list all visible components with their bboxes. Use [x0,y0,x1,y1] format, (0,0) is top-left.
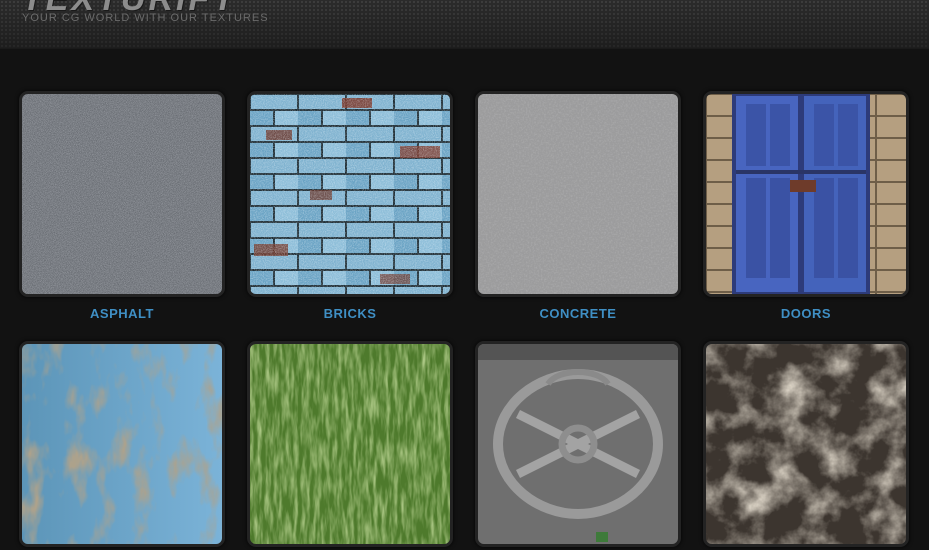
category-link-concrete[interactable]: CONCRETE [475,306,681,321]
category-tile-plants[interactable] [247,341,453,550]
category-tile-concrete[interactable]: CONCRETE [475,91,681,321]
category-tile-doors[interactable]: DOORS [703,91,909,321]
rusted-metal-texture-image [22,344,222,544]
texture-category-grid: ASPHALT BRICKS CONCRETE DOORS [0,0,929,550]
plants-thumbnail[interactable] [247,341,453,547]
rusted-metal-thumbnail[interactable] [19,341,225,547]
ornament-texture-image [478,344,678,544]
page: TEXTURIFY YOUR CG WORLD WITH OUR TEXTURE… [0,0,929,550]
category-tile-bricks[interactable]: BRICKS [247,91,453,321]
category-tile-ornament[interactable] [475,341,681,550]
doors-texture-image [706,94,906,294]
category-tile-asphalt[interactable]: ASPHALT [19,91,225,321]
ornament-thumbnail[interactable] [475,341,681,547]
doors-thumbnail[interactable] [703,91,909,297]
bricks-thumbnail[interactable] [247,91,453,297]
category-tile-rock[interactable] [703,341,909,550]
bricks-texture-image [250,94,450,294]
rock-texture-image [706,344,906,544]
category-tile-rusted-metal[interactable] [19,341,225,550]
asphalt-thumbnail[interactable] [19,91,225,297]
category-link-asphalt[interactable]: ASPHALT [19,306,225,321]
category-link-bricks[interactable]: BRICKS [247,306,453,321]
category-link-doors[interactable]: DOORS [703,306,909,321]
asphalt-texture-image [22,94,222,294]
concrete-texture-image [478,94,678,294]
rock-thumbnail[interactable] [703,341,909,547]
concrete-thumbnail[interactable] [475,91,681,297]
plants-texture-image [250,344,450,544]
